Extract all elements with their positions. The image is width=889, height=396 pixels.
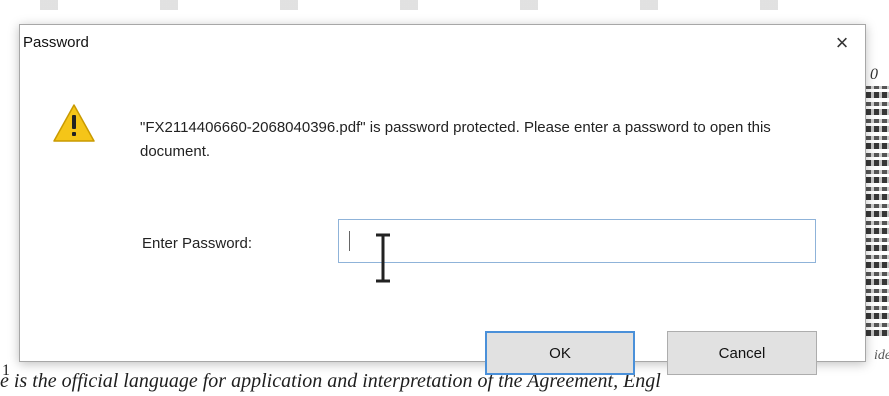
password-input[interactable] [338, 219, 816, 263]
document-right-fragment: 0 [870, 66, 878, 83]
dialog-message: "FX2114406660-2068040396.pdf" is passwor… [140, 119, 771, 160]
qr-code-image [866, 86, 889, 336]
dialog-titlebar[interactable]: Password × [20, 25, 865, 63]
ibeam-cursor-icon [376, 233, 390, 283]
password-dialog: Password × "FX2114406660-2068040396.pdf"… [19, 24, 866, 375]
dialog-body: "FX2114406660-2068040396.pdf" is passwor… [20, 63, 865, 375]
warning-icon [53, 104, 95, 142]
cancel-button[interactable]: Cancel [667, 331, 817, 375]
close-button[interactable]: × [827, 28, 857, 58]
password-label: Enter Password: [142, 235, 253, 252]
dialog-title: Password [23, 34, 89, 51]
ok-button[interactable]: OK [485, 331, 635, 375]
text-caret [349, 231, 350, 251]
document-header-fragment [40, 0, 860, 10]
document-right-small-fragment: ide [874, 348, 889, 363]
